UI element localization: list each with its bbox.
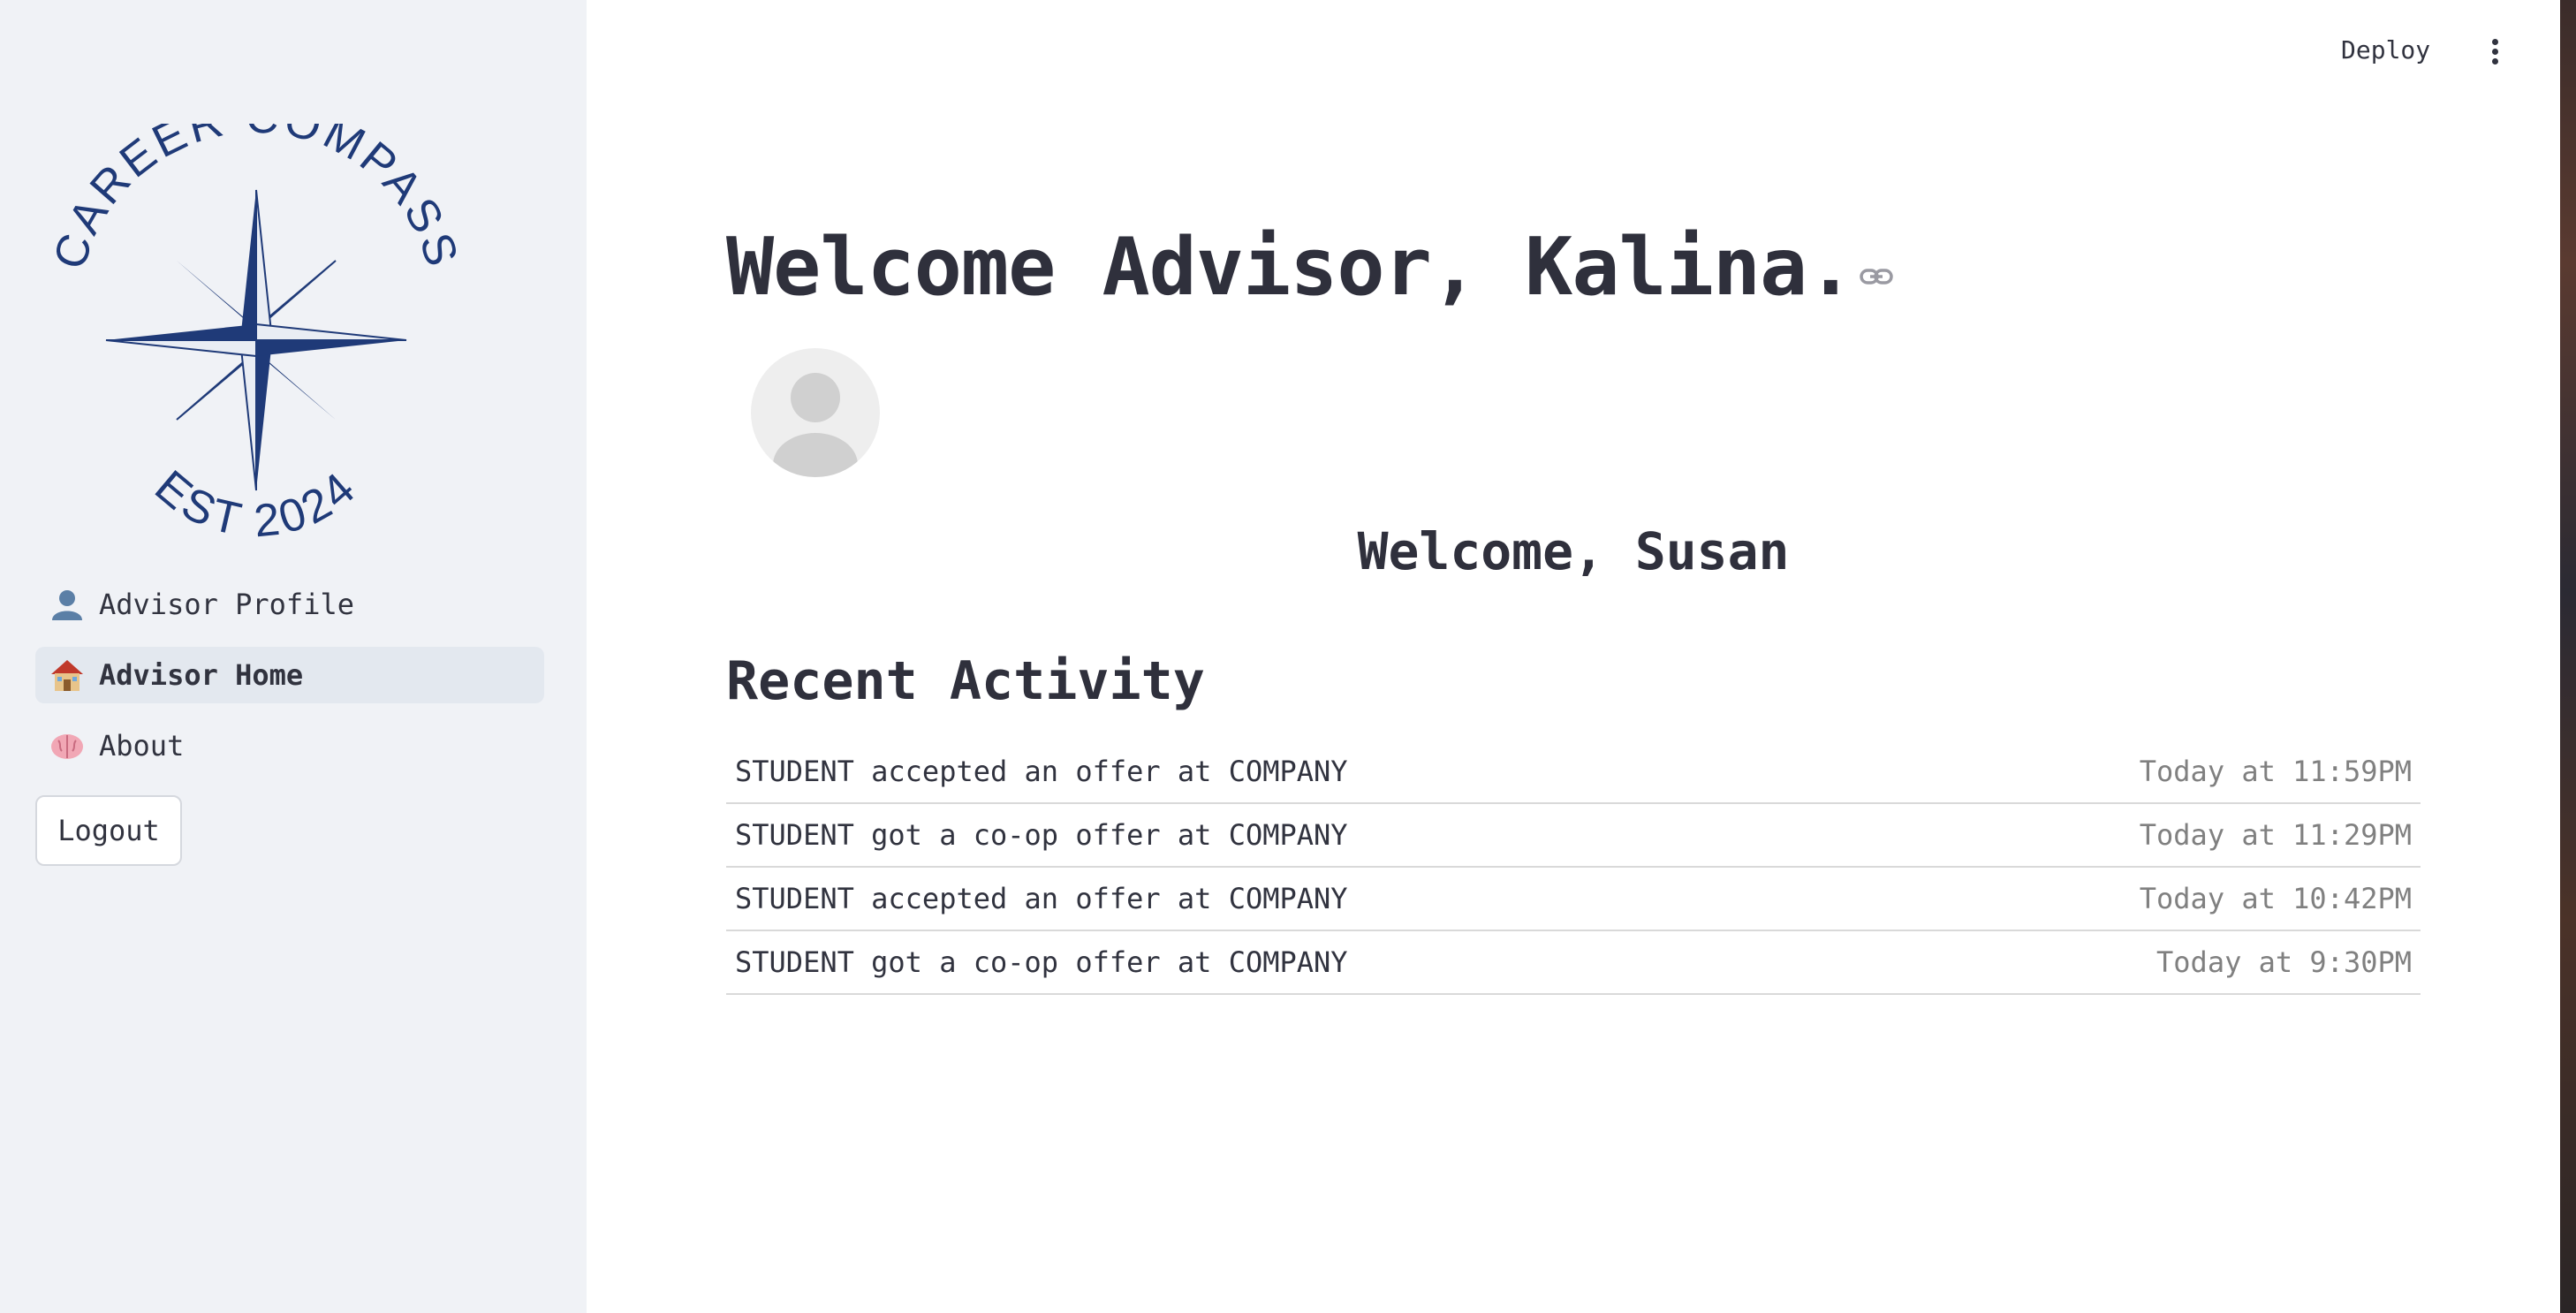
activity-text: STUDENT accepted an offer at COMPANY — [735, 755, 1348, 788]
welcome-heading: Welcome, Susan — [1357, 521, 1790, 581]
brain-icon — [48, 726, 87, 765]
link-icon[interactable] — [1859, 262, 1894, 292]
default-avatar-icon — [773, 373, 858, 477]
activity-list: STUDENT accepted an offer at COMPANY Tod… — [726, 740, 2421, 995]
activity-text: STUDENT got a co-op offer at COMPANY — [735, 945, 1348, 979]
desktop-background-edge — [2560, 0, 2576, 1313]
sidebar-item-label: About — [99, 729, 185, 763]
bust-in-silhouette-icon — [48, 585, 87, 624]
page-title: Welcome Advisor, Kalina. — [726, 221, 1854, 314]
list-item: STUDENT accepted an offer at COMPANY Tod… — [726, 868, 2421, 931]
activity-time: Today at 9:30PM — [2156, 945, 2412, 979]
recent-activity-heading: Recent Activity — [726, 650, 1205, 712]
activity-time: Today at 11:59PM — [2139, 755, 2412, 788]
list-item: STUDENT got a co-op offer at COMPANY Tod… — [726, 804, 2421, 868]
app-window: CAREER COMPASS EST 2024 — [0, 0, 2576, 1313]
list-item: STUDENT accepted an offer at COMPANY Tod… — [726, 740, 2421, 804]
activity-text: STUDENT got a co-op offer at COMPANY — [735, 818, 1348, 852]
avatar — [751, 348, 880, 477]
sidebar-item-advisor-profile[interactable]: Advisor Profile — [35, 576, 544, 633]
sidebar-item-advisor-home[interactable]: Advisor Home — [35, 647, 544, 703]
sidebar-item-label: Advisor Profile — [99, 588, 354, 621]
logout-button[interactable]: Logout — [35, 795, 182, 866]
sidebar-item-label: Advisor Home — [99, 658, 304, 692]
compass-star-icon — [105, 189, 407, 491]
activity-time: Today at 10:42PM — [2139, 882, 2412, 915]
deploy-button[interactable]: Deploy — [2341, 35, 2430, 65]
vertical-ellipsis-icon[interactable] — [2484, 35, 2505, 71]
activity-time: Today at 11:29PM — [2139, 818, 2412, 852]
house-icon — [48, 656, 87, 694]
list-item: STUDENT got a co-op offer at COMPANY Tod… — [726, 931, 2421, 995]
activity-text: STUDENT accepted an offer at COMPANY — [735, 882, 1348, 915]
sidebar-item-about[interactable]: About — [35, 717, 544, 774]
career-compass-logo: CAREER COMPASS EST 2024 — [53, 124, 459, 548]
sidebar: CAREER COMPASS EST 2024 — [0, 0, 587, 1313]
